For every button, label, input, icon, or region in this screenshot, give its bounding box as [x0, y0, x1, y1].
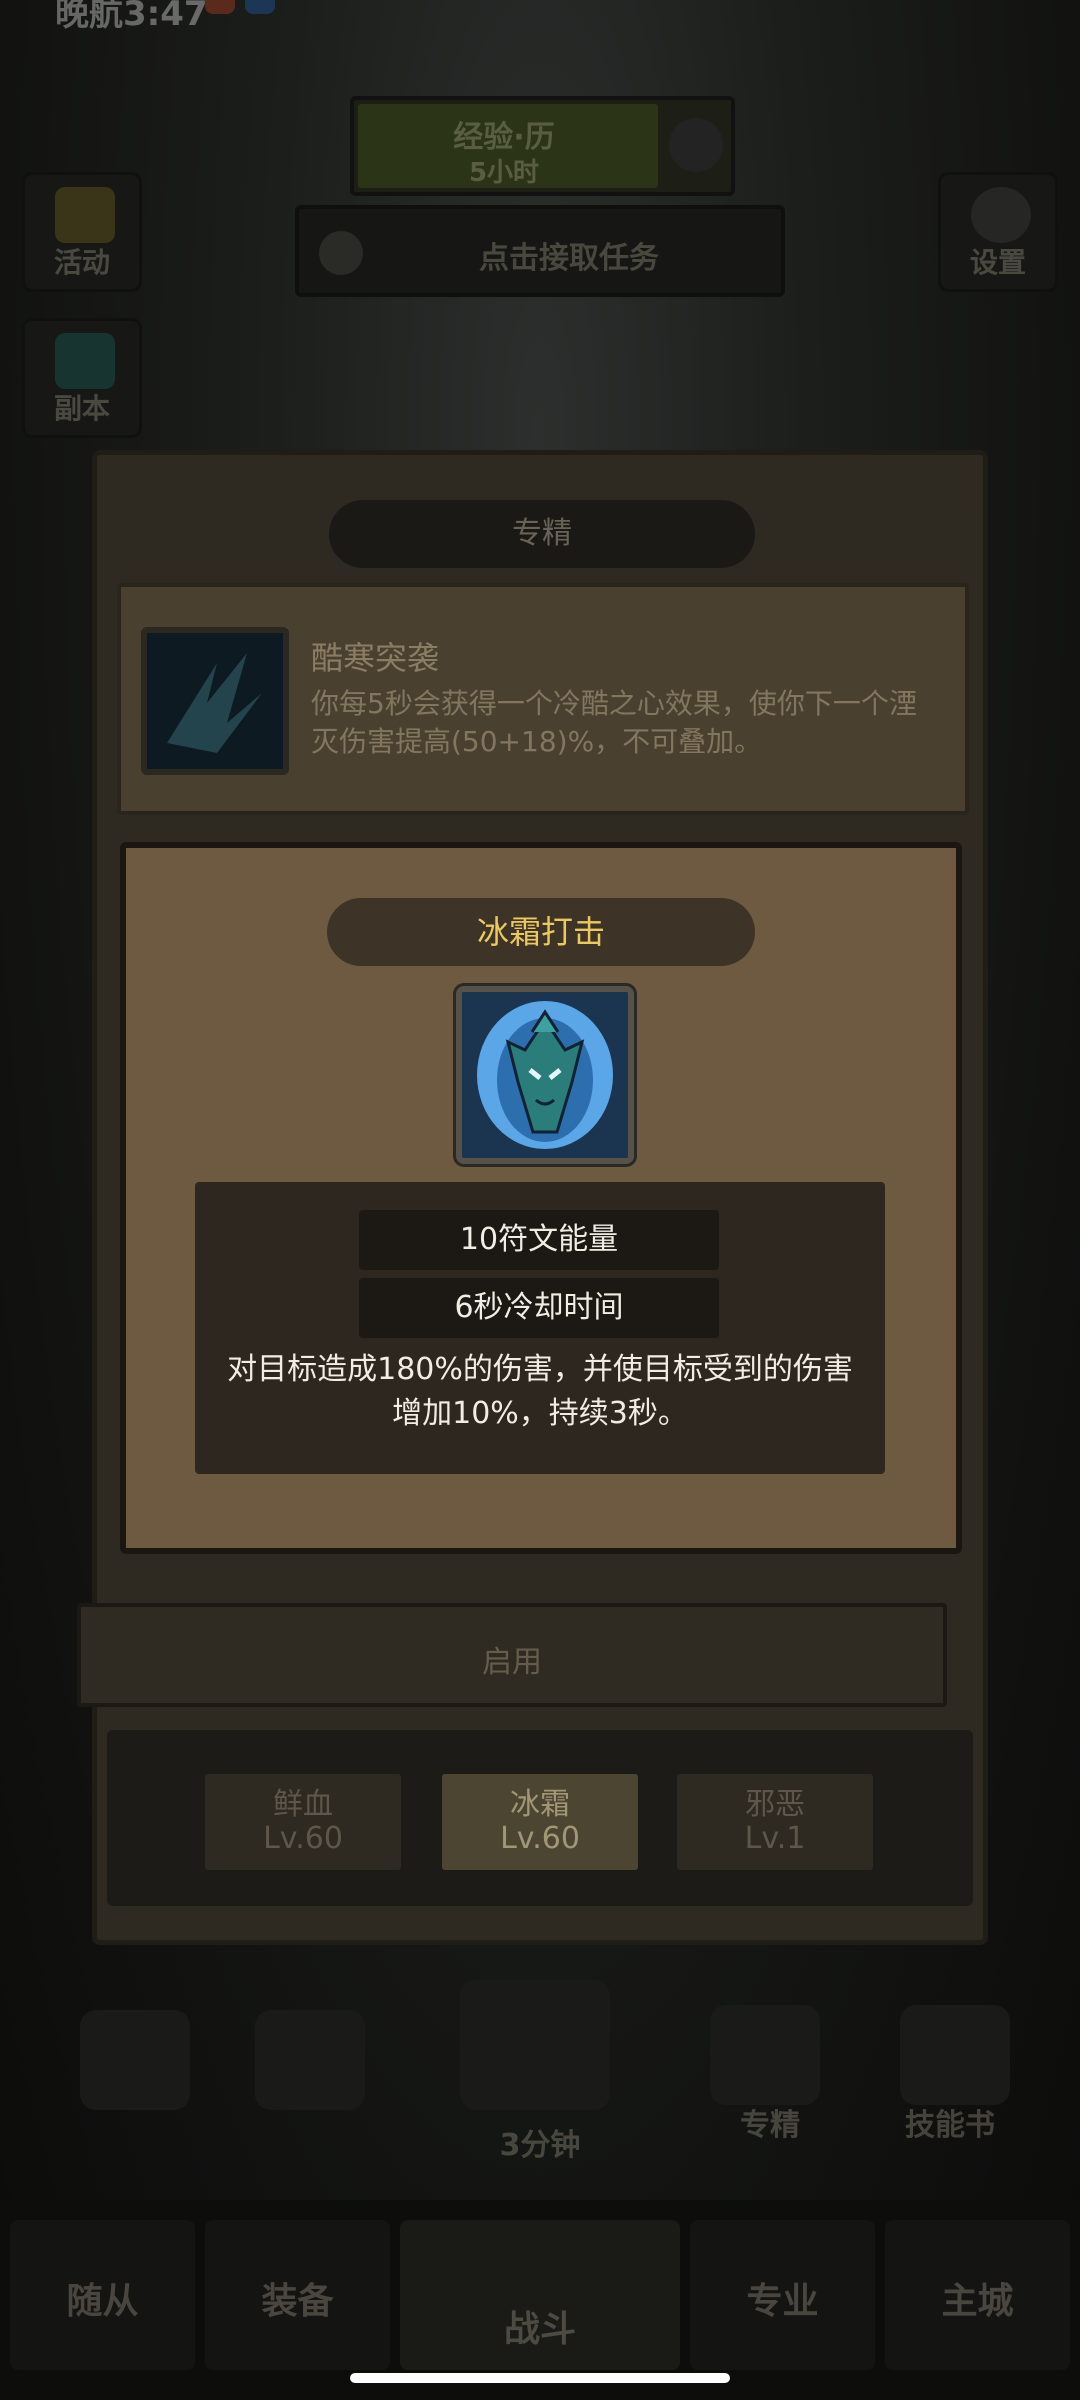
nav-label: 随从	[66, 2281, 139, 2322]
tree-tab-level: Lv.60	[263, 1821, 343, 1856]
quest-text: 点击接取任务	[479, 241, 659, 276]
spec-card[interactable]: 酷寒突袭 你每5秒会获得一个冷酷之心效果，使你下一个湮灭伤害提高(50+18)%…	[117, 583, 969, 815]
skill-book-label: 技能书	[905, 2108, 995, 2143]
tree-tab-name: 鲜血	[273, 1787, 333, 1822]
gate-icon	[55, 333, 115, 389]
cooldown: 6秒冷却时间	[359, 1278, 719, 1338]
exp-bar[interactable]: 经验·历 5小时	[350, 96, 735, 196]
talent-tree-selector: 鲜血 Lv.60 冰霜 Lv.60 邪恶 Lv.1	[107, 1730, 973, 1906]
dungeon-button[interactable]: 副本	[22, 318, 142, 438]
tree-tab-frost[interactable]: 冰霜 Lv.60	[442, 1774, 638, 1870]
quest-bar[interactable]: 点击接取任务	[295, 205, 785, 297]
tree-tab-level: Lv.1	[744, 1821, 806, 1856]
signal-battery-icons	[730, 0, 1010, 12]
home-indicator[interactable]	[350, 2373, 730, 2383]
status-time: 晚航3:47	[55, 0, 208, 34]
nav-equipment[interactable]: 装备	[205, 2220, 390, 2370]
nav-label: 专业	[746, 2281, 819, 2322]
panel-title: 专精	[329, 500, 755, 568]
timer-label: 3分钟	[499, 2128, 581, 2163]
settings-button[interactable]: 设置	[938, 172, 1058, 292]
nav-profession[interactable]: 专业	[690, 2220, 875, 2370]
skill-detail-popup[interactable]: 冰霜打击 10符文能量 6秒冷却时间 对目标造成180%的伤害，并使目标受到的伤…	[120, 842, 962, 1554]
enable-label: 启用	[482, 1645, 542, 1680]
nav-label: 装备	[261, 2281, 334, 2322]
nav-battle[interactable]: 战斗	[400, 2220, 680, 2370]
skill-info-box: 10符文能量 6秒冷却时间 对目标造成180%的伤害，并使目标受到的伤害增加10…	[195, 1182, 885, 1474]
ring-icon[interactable]	[255, 2010, 365, 2110]
nav-followers[interactable]: 随从	[10, 2220, 195, 2370]
activity-button[interactable]: 活动	[22, 172, 142, 292]
nav-label: 主城	[941, 2281, 1014, 2322]
settings-label: 设置	[969, 246, 1026, 279]
spec-shortcut-label: 专精	[740, 2108, 800, 2143]
spec-shortcut-icon[interactable]	[710, 2005, 820, 2105]
spec-description: 你每5秒会获得一个冷酷之心效果，使你下一个湮灭伤害提高(50+18)%，不可叠加…	[311, 687, 917, 758]
bottom-shortcuts: 3分钟 专精 技能书	[0, 1960, 1080, 2163]
exp-title: 经验·历	[453, 120, 555, 155]
nav-main-city[interactable]: 主城	[885, 2220, 1070, 2370]
treasure-chest-icon[interactable]	[460, 1980, 610, 2110]
frost-strike-icon	[456, 986, 634, 1164]
app-icon	[245, 0, 275, 14]
bottom-nav: 随从 装备 战斗 专业 主城	[0, 2200, 1080, 2400]
skill-book-icon[interactable]	[900, 2005, 1010, 2105]
skill-description: 对目标造成180%的伤害，并使目标受到的伤害增加10%，持续3秒。	[227, 1352, 853, 1431]
enable-button[interactable]: 启用	[77, 1603, 947, 1707]
frigid-strike-icon	[141, 627, 289, 775]
spec-name: 酷寒突袭	[311, 639, 440, 677]
tree-tab-name: 邪恶	[745, 1787, 805, 1822]
status-bar: 晚航3:47	[0, 0, 1080, 34]
tree-tab-name: 冰霜	[510, 1787, 570, 1822]
tree-tab-blood[interactable]: 鲜血 Lv.60	[205, 1774, 401, 1870]
star-icon	[55, 187, 115, 243]
nav-label: 战斗	[503, 2309, 576, 2350]
quest-icon	[319, 231, 363, 275]
tree-tab-level: Lv.60	[500, 1821, 580, 1856]
swap-icon[interactable]	[669, 118, 723, 172]
exp-subtitle: 5小时	[468, 158, 540, 188]
skill-title: 冰霜打击	[327, 898, 755, 966]
tree-tab-unholy[interactable]: 邪恶 Lv.1	[677, 1774, 873, 1870]
pet-icon[interactable]	[80, 2010, 190, 2110]
resource-cost: 10符文能量	[359, 1210, 719, 1270]
activity-label: 活动	[53, 246, 110, 279]
notification-icon	[205, 0, 235, 14]
dungeon-label: 副本	[53, 392, 110, 425]
gear-icon	[971, 187, 1031, 243]
